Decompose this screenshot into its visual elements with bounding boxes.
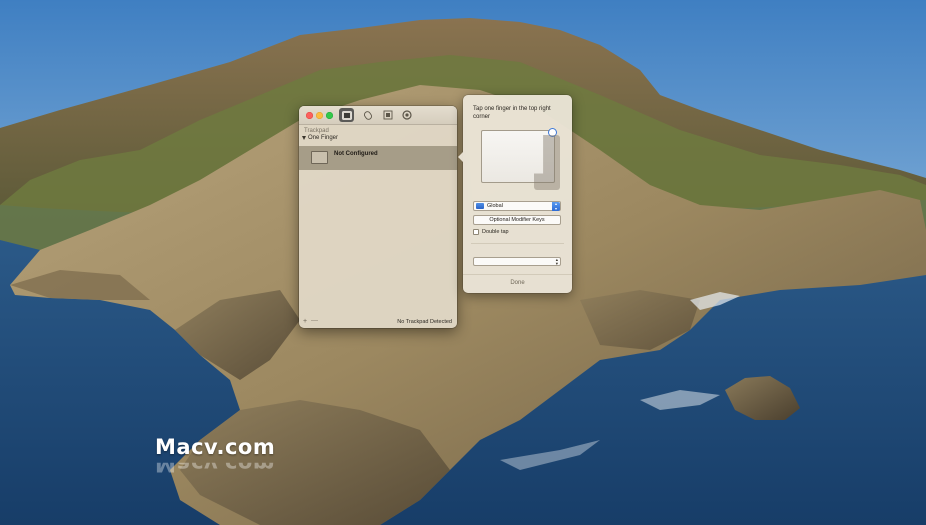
settings-gear-icon bbox=[401, 110, 412, 120]
gesture-config-popover: Tap one finger in the top right corner G… bbox=[458, 95, 572, 293]
gesture-thumbnail-icon bbox=[311, 151, 328, 164]
sidebar-item-label: Not Configured bbox=[334, 151, 378, 157]
optional-modifier-keys-button[interactable]: Optional Modifier Keys bbox=[473, 215, 561, 225]
scope-select-value: Global bbox=[487, 203, 503, 209]
sidebar-group-one-finger[interactable]: One Finger bbox=[302, 135, 338, 141]
remove-gesture-button[interactable]: — bbox=[311, 317, 318, 324]
watermark-text: Macv.com bbox=[155, 435, 276, 459]
keyboard-icon bbox=[383, 110, 392, 120]
toolbar-tab-settings[interactable] bbox=[399, 108, 414, 122]
double-tap-checkbox[interactable] bbox=[473, 229, 479, 235]
chevron-updown-icon[interactable]: ▴ ▾ bbox=[552, 201, 560, 211]
sidebar-item-not-configured[interactable]: Not Configured bbox=[299, 146, 457, 170]
scope-select[interactable]: Global ▴ ▾ bbox=[473, 201, 561, 211]
global-scope-icon bbox=[476, 203, 484, 209]
sidebar-group-label: One Finger bbox=[308, 135, 339, 141]
window-bottom-bar: + — No Trackpad Detected bbox=[299, 316, 457, 328]
trackpad-status-text: No Trackpad Detected bbox=[397, 319, 452, 325]
trackpad-icon bbox=[341, 110, 352, 120]
sidebar-section-header: Trackpad bbox=[304, 128, 329, 134]
disclosure-triangle-icon[interactable] bbox=[302, 136, 306, 140]
toolbar-tab-trackpad[interactable] bbox=[339, 108, 354, 122]
gesture-sidebar: Trackpad One Finger Not Configured bbox=[299, 126, 457, 316]
popover-arrow bbox=[458, 152, 463, 162]
double-tap-label: Double tap bbox=[482, 229, 509, 235]
window-titlebar[interactable] bbox=[299, 106, 457, 125]
zoom-window-button[interactable] bbox=[326, 112, 333, 119]
toolbar-tab-mouse[interactable] bbox=[360, 108, 375, 122]
done-button[interactable]: Done bbox=[463, 280, 572, 286]
chevron-updown-icon[interactable]: ▴ ▾ bbox=[556, 257, 558, 266]
action-select[interactable]: ▴ ▾ bbox=[473, 257, 561, 266]
close-window-button[interactable] bbox=[306, 112, 313, 119]
popover-footer-divider bbox=[463, 274, 572, 275]
add-gesture-button[interactable]: + bbox=[303, 318, 307, 325]
mouse-icon bbox=[363, 111, 372, 120]
gesture-description: Tap one finger in the top right corner bbox=[473, 106, 551, 120]
minimize-window-button[interactable] bbox=[316, 112, 323, 119]
popover-divider bbox=[471, 243, 564, 244]
double-tap-option[interactable]: Double tap bbox=[473, 229, 509, 235]
toolbar-tab-keyboard[interactable] bbox=[380, 108, 395, 122]
gesture-settings-window: Trackpad One Finger Not Configured + — N… bbox=[299, 106, 457, 328]
